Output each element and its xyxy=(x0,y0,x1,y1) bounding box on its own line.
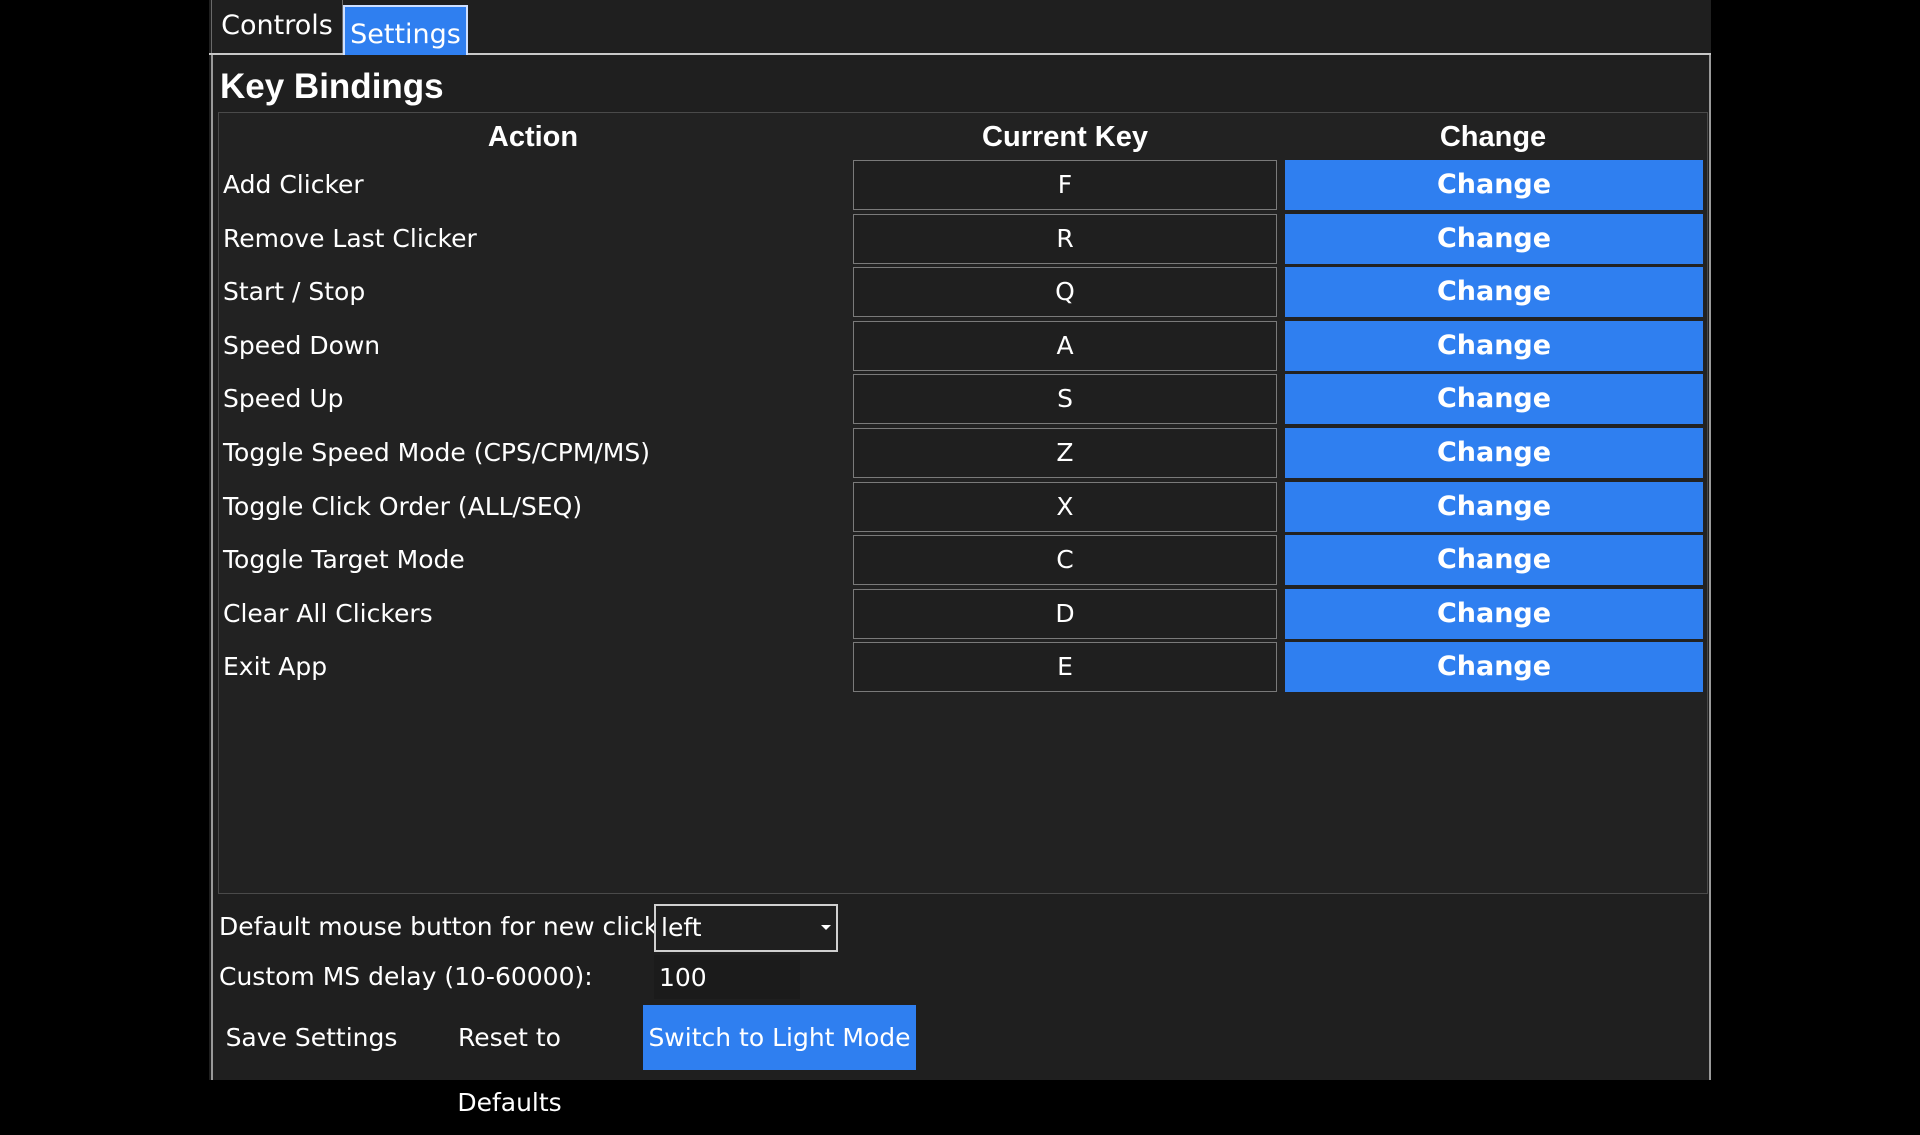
change-binding-button[interactable]: Change xyxy=(1285,482,1703,532)
change-binding-button[interactable]: Change xyxy=(1285,321,1703,371)
binding-row: Speed Up S Change xyxy=(219,374,1707,424)
tab-bar: Controls Settings xyxy=(209,0,1711,55)
binding-current-key: F xyxy=(853,160,1277,210)
binding-current-key: X xyxy=(853,482,1277,532)
binding-action-label: Toggle Speed Mode (CPS/CPM/MS) xyxy=(223,438,651,467)
change-binding-button[interactable]: Change xyxy=(1285,267,1703,317)
binding-action-label: Clear All Clickers xyxy=(223,599,433,628)
change-binding-button[interactable]: Change xyxy=(1285,642,1703,692)
binding-current-key: D xyxy=(853,589,1277,639)
change-binding-button[interactable]: Change xyxy=(1285,374,1703,424)
binding-row: Toggle Target Mode C Change xyxy=(219,535,1707,585)
binding-action-label: Toggle Click Order (ALL/SEQ) xyxy=(223,492,583,521)
binding-row: Toggle Speed Mode (CPS/CPM/MS) Z Change xyxy=(219,428,1707,478)
binding-row: Remove Last Clicker R Change xyxy=(219,214,1707,264)
change-binding-button[interactable]: Change xyxy=(1285,589,1703,639)
column-header-current-key: Current Key xyxy=(982,121,1148,153)
column-header-action: Action xyxy=(487,121,579,153)
mouse-button-label: Default mouse button for new clickers: xyxy=(219,912,705,941)
binding-current-key: A xyxy=(853,321,1277,371)
key-bindings-table: Action Current Key Change Add Clicker F Ch… xyxy=(218,112,1708,894)
mouse-button-select[interactable]: left xyxy=(654,904,838,952)
settings-panel: Key Bindings Action Current Key Change A… xyxy=(211,55,1711,1117)
change-binding-button[interactable]: Change xyxy=(1285,535,1703,585)
binding-row: Exit App E Change xyxy=(219,642,1707,692)
tab-controls[interactable]: Controls xyxy=(211,0,343,53)
binding-action-label: Add Clicker xyxy=(223,170,364,199)
binding-current-key: E xyxy=(853,642,1277,692)
binding-row: Speed Down A Change xyxy=(219,321,1707,371)
change-binding-button[interactable]: Change xyxy=(1285,214,1703,264)
binding-action-label: Speed Up xyxy=(223,384,344,413)
binding-action-label: Speed Down xyxy=(223,331,381,360)
binding-action-label: Remove Last Clicker xyxy=(223,224,477,253)
reset-defaults-button[interactable]: Reset to Defaults xyxy=(411,1005,608,1117)
chevron-down-icon xyxy=(821,925,831,930)
binding-row: Start / Stop Q Change xyxy=(219,267,1707,317)
binding-current-key: C xyxy=(853,535,1277,585)
binding-current-key: S xyxy=(853,374,1277,424)
binding-action-label: Toggle Target Mode xyxy=(223,545,465,574)
change-binding-button[interactable]: Change xyxy=(1285,160,1703,210)
binding-current-key: Q xyxy=(853,267,1277,317)
save-settings-button[interactable]: Save Settings xyxy=(219,1005,404,1070)
switch-theme-button[interactable]: Switch to Light Mode xyxy=(643,1005,916,1070)
delay-input[interactable] xyxy=(654,955,800,999)
delay-label: Custom MS delay (10-60000): xyxy=(219,962,593,991)
binding-action-label: Exit App xyxy=(223,652,328,681)
binding-row: Clear All Clickers D Change xyxy=(219,589,1707,639)
mouse-button-select-value: left xyxy=(661,913,702,942)
section-title: Key Bindings xyxy=(220,67,444,106)
column-header-change: Change xyxy=(1439,121,1547,153)
tab-settings[interactable]: Settings xyxy=(343,5,468,55)
binding-row: Add Clicker F Change xyxy=(219,160,1707,210)
binding-action-label: Start / Stop xyxy=(223,277,366,306)
change-binding-button[interactable]: Change xyxy=(1285,428,1703,478)
binding-current-key: R xyxy=(853,214,1277,264)
binding-row: Toggle Click Order (ALL/SEQ) X Change xyxy=(219,482,1707,532)
binding-current-key: Z xyxy=(853,428,1277,478)
app-window: Controls Settings Key Bindings Action Cu… xyxy=(209,0,1711,1117)
